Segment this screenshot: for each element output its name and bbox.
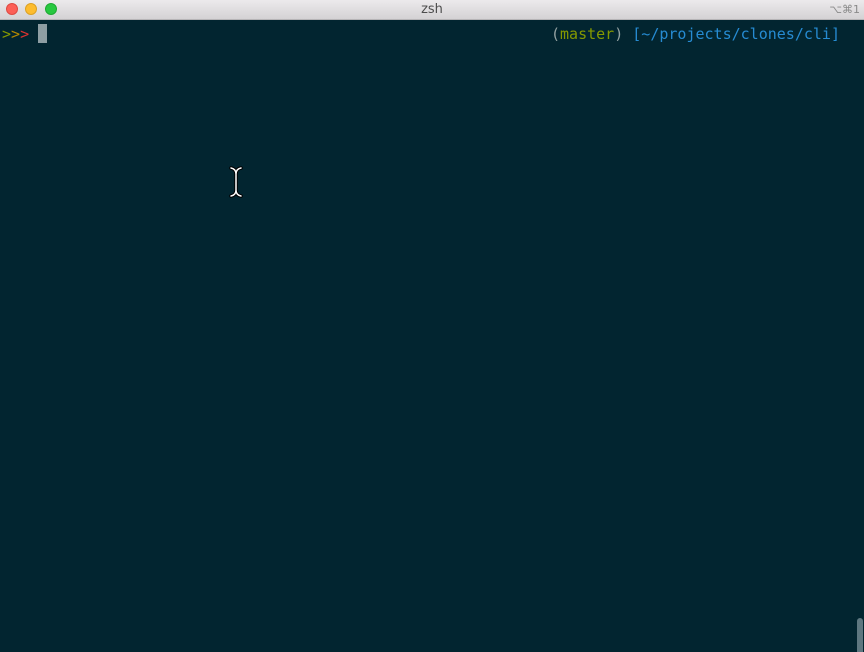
prompt-chevron-1: > (2, 25, 12, 43)
scrollbar-thumb[interactable] (857, 618, 863, 652)
branch-close-paren: ) (614, 25, 624, 43)
prompt: >>> (2, 25, 29, 43)
git-branch: master (560, 25, 615, 43)
window-shortcut: ⌥⌘1 (829, 3, 860, 16)
window-title: zsh (421, 2, 443, 17)
title-bar[interactable]: zsh ⌥⌘1 (0, 0, 864, 20)
prompt-chevron-3: > (20, 25, 30, 43)
branch-open-paren: ( (551, 25, 561, 43)
terminal-area[interactable]: >>> (master) [~/projects/clones/cli] (0, 20, 864, 652)
scrollbar[interactable] (856, 60, 864, 652)
current-path: [~/projects/clones/cli] (632, 25, 840, 43)
right-prompt: (master) [~/projects/clones/cli] (551, 25, 840, 43)
terminal-window: zsh ⌥⌘1 >>> (master) [~/projects/clones/… (0, 0, 864, 652)
prompt-chevron-2: > (11, 25, 21, 43)
text-cursor (38, 24, 47, 43)
ibeam-cursor-icon (229, 166, 243, 198)
